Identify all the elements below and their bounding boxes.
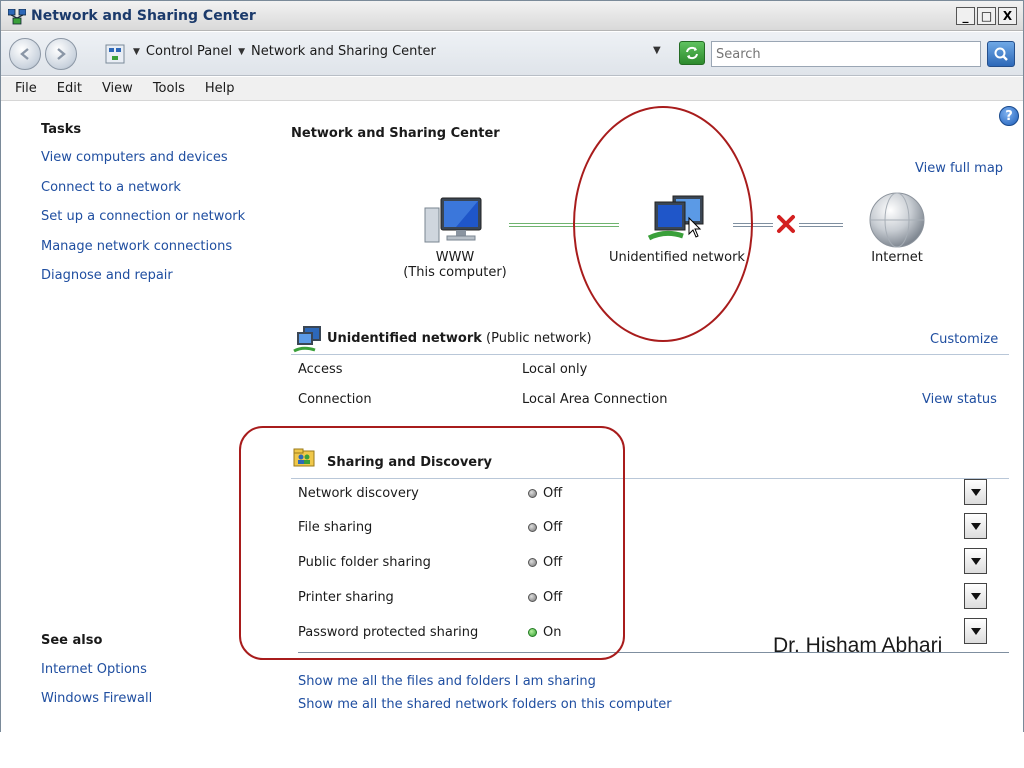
network-sharing-window: Network and Sharing Center _ □ X ▼ Contr…: [0, 0, 1024, 732]
connection-value: Local Area Connection: [522, 392, 668, 407]
address-bar: ▼ Control Panel ▼ Network and Sharing Ce…: [1, 32, 1023, 76]
public-folder-expand-button[interactable]: [964, 548, 987, 574]
window-title: Network and Sharing Center: [31, 8, 256, 24]
chevron-down-icon: [970, 592, 981, 600]
search-icon: [994, 47, 1008, 61]
back-arrow-icon: [20, 48, 29, 60]
back-button[interactable]: [9, 38, 41, 70]
task-manage-connections[interactable]: Manage network connections: [41, 239, 245, 269]
access-label: Access: [298, 362, 343, 377]
task-diagnose-repair[interactable]: Diagnose and repair: [41, 268, 245, 298]
tasks-heading: Tasks: [41, 122, 82, 137]
minimize-button[interactable]: _: [956, 7, 975, 25]
task-view-computers[interactable]: View computers and devices: [41, 150, 245, 180]
search-button[interactable]: [987, 41, 1015, 67]
globe-icon: [869, 192, 925, 248]
footer-links: Show me all the files and folders I am s…: [298, 674, 672, 720]
author-watermark: Dr. Hisham Abhari: [773, 634, 943, 657]
red-x-icon: [777, 215, 795, 233]
breadcrumb-control-panel[interactable]: Control Panel: [146, 44, 232, 59]
menu-view[interactable]: View: [102, 81, 133, 96]
forward-button[interactable]: [45, 38, 77, 70]
menu-tools[interactable]: Tools: [153, 81, 185, 96]
help-icon[interactable]: ?: [999, 106, 1019, 126]
see-also-heading: See also: [41, 633, 103, 648]
see-also-list: Internet Options Windows Firewall: [41, 662, 152, 720]
chevron-down-icon: [970, 627, 981, 635]
refresh-button[interactable]: [679, 41, 705, 65]
forward-arrow-icon: [57, 48, 66, 60]
crumb-dropdown-icon[interactable]: ▼: [133, 47, 140, 57]
address-history-dropdown-icon[interactable]: ▼: [653, 45, 661, 56]
view-status-link[interactable]: View status: [922, 392, 997, 407]
search-input[interactable]: [711, 41, 981, 67]
customize-link[interactable]: Customize: [930, 332, 998, 347]
window-controls: _ □ X: [956, 7, 1017, 25]
network-center-icon: [8, 9, 26, 25]
map-node-computer[interactable]: WWW (This computer): [393, 194, 517, 280]
chevron-down-icon: [970, 488, 981, 496]
slide-bottom-margin: [0, 732, 1024, 768]
network-divider: [291, 354, 1009, 355]
maximize-button[interactable]: □: [977, 7, 996, 25]
menu-edit[interactable]: Edit: [57, 81, 82, 96]
tasks-list: View computers and devices Connect to a …: [41, 150, 245, 298]
see-also-windows-firewall[interactable]: Windows Firewall: [41, 691, 152, 720]
chevron-down-icon: [970, 557, 981, 565]
page-title: Network and Sharing Center: [291, 126, 500, 141]
network-icon: [293, 326, 321, 353]
file-sharing-expand-button[interactable]: [964, 513, 987, 539]
access-value: Local only: [522, 362, 588, 377]
menu-file[interactable]: File: [15, 81, 37, 96]
connection-line-internet-b: [799, 223, 843, 227]
breadcrumb: ▼ Control Panel ▼ Network and Sharing Ce…: [133, 44, 436, 59]
annotation-ellipse: [573, 106, 753, 342]
internet-name: Internet: [871, 250, 923, 265]
task-connect-network[interactable]: Connect to a network: [41, 180, 245, 210]
connection-label: Connection: [298, 392, 372, 407]
breadcrumb-network-center[interactable]: Network and Sharing Center: [251, 44, 436, 59]
printer-sharing-expand-button[interactable]: [964, 583, 987, 609]
computer-subtitle: (This computer): [403, 265, 507, 280]
menu-help[interactable]: Help: [205, 81, 235, 96]
refresh-icon: [686, 46, 698, 60]
show-shared-files-link[interactable]: Show me all the files and folders I am s…: [298, 674, 672, 697]
show-shared-folders-link[interactable]: Show me all the shared network folders o…: [298, 697, 672, 720]
map-node-internet[interactable]: Internet: [857, 190, 937, 265]
chevron-down-icon: [970, 522, 981, 530]
annotation-rectangle: [239, 426, 625, 660]
network-row-connection: Connection Local Area Connection: [298, 392, 667, 407]
content-area: Tasks View computers and devices Connect…: [1, 102, 1023, 732]
control-panel-icon[interactable]: [105, 44, 125, 64]
network-type-label: (Public network): [486, 331, 592, 346]
close-button[interactable]: X: [998, 7, 1017, 25]
see-also-internet-options[interactable]: Internet Options: [41, 662, 152, 691]
computer-name: WWW: [435, 250, 475, 265]
network-discovery-expand-button[interactable]: [964, 479, 987, 505]
password-protected-expand-button[interactable]: [964, 618, 987, 644]
computer-icon: [424, 197, 482, 243]
menu-bar: File Edit View Tools Help: [1, 77, 1023, 101]
view-full-map-link[interactable]: View full map: [915, 161, 1003, 176]
title-bar: Network and Sharing Center _ □ X: [1, 1, 1023, 31]
network-title: Unidentified network (Public network): [327, 331, 592, 346]
network-name-label: Unidentified network: [327, 331, 482, 346]
crumb-separator-icon[interactable]: ▼: [238, 47, 245, 57]
task-setup-connection[interactable]: Set up a connection or network: [41, 209, 245, 239]
network-row-access: Access Local only: [298, 362, 587, 377]
